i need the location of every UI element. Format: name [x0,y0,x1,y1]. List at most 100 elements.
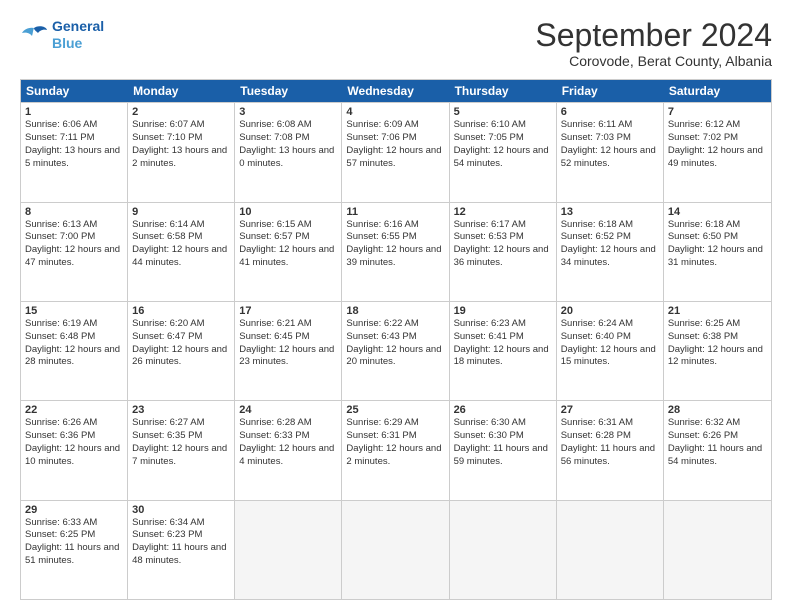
cal-cell-27: 27Sunrise: 6:31 AMSunset: 6:28 PMDayligh… [557,401,664,499]
sunset: Sunset: 7:03 PM [561,132,659,145]
day-number: 25 [346,404,444,416]
sunset: Sunset: 7:10 PM [132,132,230,145]
daylight: Daylight: 12 hours and 26 minutes. [132,344,230,370]
sunrise: Sunrise: 6:10 AM [454,119,552,132]
sunrise: Sunrise: 6:13 AM [25,219,123,232]
day-number: 10 [239,206,337,218]
day-number: 11 [346,206,444,218]
sunset: Sunset: 6:50 PM [668,231,767,244]
day-number: 30 [132,504,230,516]
day-number: 17 [239,305,337,317]
cal-cell-26: 26Sunrise: 6:30 AMSunset: 6:30 PMDayligh… [450,401,557,499]
sunrise: Sunrise: 6:30 AM [454,417,552,430]
day-number: 19 [454,305,552,317]
day-number: 3 [239,106,337,118]
sunrise: Sunrise: 6:19 AM [25,318,123,331]
cal-cell-14: 14Sunrise: 6:18 AMSunset: 6:50 PMDayligh… [664,203,771,301]
daylight: Daylight: 12 hours and 54 minutes. [454,145,552,171]
cal-cell-11: 11Sunrise: 6:16 AMSunset: 6:55 PMDayligh… [342,203,449,301]
day-number: 28 [668,404,767,416]
day-number: 2 [132,106,230,118]
day-number: 1 [25,106,123,118]
header-wednesday: Wednesday [342,80,449,102]
daylight: Daylight: 11 hours and 48 minutes. [132,542,230,568]
sunset: Sunset: 6:35 PM [132,430,230,443]
month-title: September 2024 [535,18,772,53]
day-number: 16 [132,305,230,317]
cal-cell-10: 10Sunrise: 6:15 AMSunset: 6:57 PMDayligh… [235,203,342,301]
calendar-header: Sunday Monday Tuesday Wednesday Thursday… [21,80,771,102]
cal-cell-15: 15Sunrise: 6:19 AMSunset: 6:48 PMDayligh… [21,302,128,400]
sunset: Sunset: 7:11 PM [25,132,123,145]
daylight: Daylight: 11 hours and 59 minutes. [454,443,552,469]
daylight: Daylight: 13 hours and 0 minutes. [239,145,337,171]
sunrise: Sunrise: 6:20 AM [132,318,230,331]
sunrise: Sunrise: 6:17 AM [454,219,552,232]
day-number: 9 [132,206,230,218]
day-number: 21 [668,305,767,317]
cal-cell-6: 6Sunrise: 6:11 AMSunset: 7:03 PMDaylight… [557,103,664,201]
sunset: Sunset: 6:55 PM [346,231,444,244]
daylight: Daylight: 12 hours and 49 minutes. [668,145,767,171]
cal-cell-12: 12Sunrise: 6:17 AMSunset: 6:53 PMDayligh… [450,203,557,301]
daylight: Daylight: 12 hours and 23 minutes. [239,344,337,370]
daylight: Daylight: 12 hours and 4 minutes. [239,443,337,469]
sunset: Sunset: 6:53 PM [454,231,552,244]
daylight: Daylight: 12 hours and 41 minutes. [239,244,337,270]
day-number: 7 [668,106,767,118]
day-number: 4 [346,106,444,118]
day-number: 13 [561,206,659,218]
location: Corovode, Berat County, Albania [535,53,772,69]
sunrise: Sunrise: 6:16 AM [346,219,444,232]
cal-cell-19: 19Sunrise: 6:23 AMSunset: 6:41 PMDayligh… [450,302,557,400]
sunset: Sunset: 7:06 PM [346,132,444,145]
sunset: Sunset: 7:00 PM [25,231,123,244]
cal-cell-22: 22Sunrise: 6:26 AMSunset: 6:36 PMDayligh… [21,401,128,499]
sunrise: Sunrise: 6:28 AM [239,417,337,430]
logo-icon [20,24,48,46]
calendar-body: 1Sunrise: 6:06 AMSunset: 7:11 PMDaylight… [21,102,771,599]
cal-cell-9: 9Sunrise: 6:14 AMSunset: 6:58 PMDaylight… [128,203,235,301]
daylight: Daylight: 12 hours and 7 minutes. [132,443,230,469]
cal-cell-16: 16Sunrise: 6:20 AMSunset: 6:47 PMDayligh… [128,302,235,400]
sunset: Sunset: 6:38 PM [668,331,767,344]
sunrise: Sunrise: 6:26 AM [25,417,123,430]
day-number: 27 [561,404,659,416]
cal-cell-29: 29Sunrise: 6:33 AMSunset: 6:25 PMDayligh… [21,501,128,599]
sunrise: Sunrise: 6:25 AM [668,318,767,331]
sunset: Sunset: 6:45 PM [239,331,337,344]
cal-cell-1: 1Sunrise: 6:06 AMSunset: 7:11 PMDaylight… [21,103,128,201]
cal-cell-20: 20Sunrise: 6:24 AMSunset: 6:40 PMDayligh… [557,302,664,400]
day-number: 15 [25,305,123,317]
sunset: Sunset: 7:02 PM [668,132,767,145]
cal-cell-empty [664,501,771,599]
day-number: 29 [25,504,123,516]
cal-cell-4: 4Sunrise: 6:09 AMSunset: 7:06 PMDaylight… [342,103,449,201]
header-monday: Monday [128,80,235,102]
cal-cell-empty [557,501,664,599]
day-number: 14 [668,206,767,218]
sunset: Sunset: 6:30 PM [454,430,552,443]
day-number: 5 [454,106,552,118]
cal-cell-18: 18Sunrise: 6:22 AMSunset: 6:43 PMDayligh… [342,302,449,400]
sunrise: Sunrise: 6:24 AM [561,318,659,331]
day-number: 22 [25,404,123,416]
sunrise: Sunrise: 6:07 AM [132,119,230,132]
header-tuesday: Tuesday [235,80,342,102]
header-thursday: Thursday [450,80,557,102]
sunset: Sunset: 7:08 PM [239,132,337,145]
sunset: Sunset: 6:47 PM [132,331,230,344]
sunset: Sunset: 7:05 PM [454,132,552,145]
daylight: Daylight: 11 hours and 56 minutes. [561,443,659,469]
sunrise: Sunrise: 6:33 AM [25,517,123,530]
sunset: Sunset: 6:58 PM [132,231,230,244]
sunrise: Sunrise: 6:29 AM [346,417,444,430]
sunset: Sunset: 6:31 PM [346,430,444,443]
title-block: September 2024 Corovode, Berat County, A… [535,18,772,69]
calendar: Sunday Monday Tuesday Wednesday Thursday… [20,79,772,600]
cal-cell-24: 24Sunrise: 6:28 AMSunset: 6:33 PMDayligh… [235,401,342,499]
header-friday: Friday [557,80,664,102]
cal-row-1: 1Sunrise: 6:06 AMSunset: 7:11 PMDaylight… [21,102,771,201]
sunset: Sunset: 6:43 PM [346,331,444,344]
sunrise: Sunrise: 6:11 AM [561,119,659,132]
